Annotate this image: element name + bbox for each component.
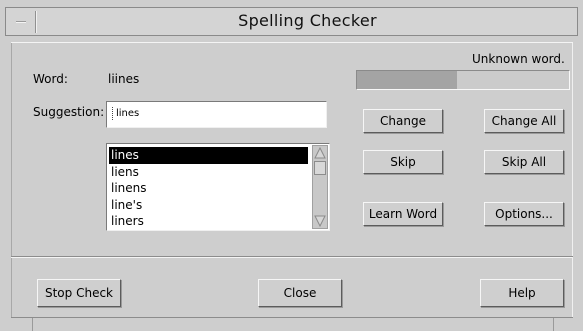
progress-fill [357, 71, 457, 89]
scroll-thumb[interactable] [314, 161, 326, 175]
suggestions-list[interactable]: lines liens linens line's liners [106, 143, 330, 231]
scroll-up-arrow-icon[interactable] [314, 147, 326, 159]
close-button[interactable]: Close [258, 279, 342, 307]
suggestions-list-items: lines liens linens line's liners [109, 147, 308, 230]
list-item[interactable]: line's [109, 197, 308, 214]
list-item[interactable]: linens [109, 180, 308, 197]
progress-bar [356, 70, 570, 90]
scroll-down-arrow-icon[interactable] [314, 215, 326, 227]
frame-corner-mark [32, 318, 33, 331]
list-item[interactable]: liners [109, 213, 308, 230]
window-menu-button[interactable] [13, 15, 29, 29]
help-button[interactable]: Help [480, 279, 564, 307]
text-caret [112, 107, 118, 120]
skip-all-button[interactable]: Skip All [484, 150, 564, 174]
suggestion-input-value: lines [116, 108, 140, 119]
suggestion-input[interactable]: lines [106, 101, 327, 128]
stop-check-button[interactable]: Stop Check [37, 279, 121, 307]
spelling-checker-window: Spelling Checker Unknown word. Word: lii… [0, 0, 583, 331]
learn-word-button[interactable]: Learn Word [363, 202, 443, 226]
frame-corner-mark [553, 318, 554, 331]
title-divider [35, 11, 37, 33]
title-bar: Spelling Checker [5, 7, 578, 36]
word-label: Word: [33, 72, 68, 86]
suggestion-label: Suggestion: [33, 105, 105, 119]
window-menu-icon [16, 21, 26, 23]
list-item[interactable]: lines [109, 147, 308, 164]
list-item[interactable]: liens [109, 164, 308, 181]
options-button[interactable]: Options... [484, 202, 564, 226]
word-value: liines [108, 72, 140, 86]
skip-button[interactable]: Skip [363, 150, 443, 174]
change-all-button[interactable]: Change All [484, 109, 564, 133]
list-scrollbar[interactable] [312, 145, 328, 229]
status-message: Unknown word. [472, 52, 565, 66]
change-button[interactable]: Change [363, 109, 443, 133]
window-title: Spelling Checker [238, 11, 377, 30]
